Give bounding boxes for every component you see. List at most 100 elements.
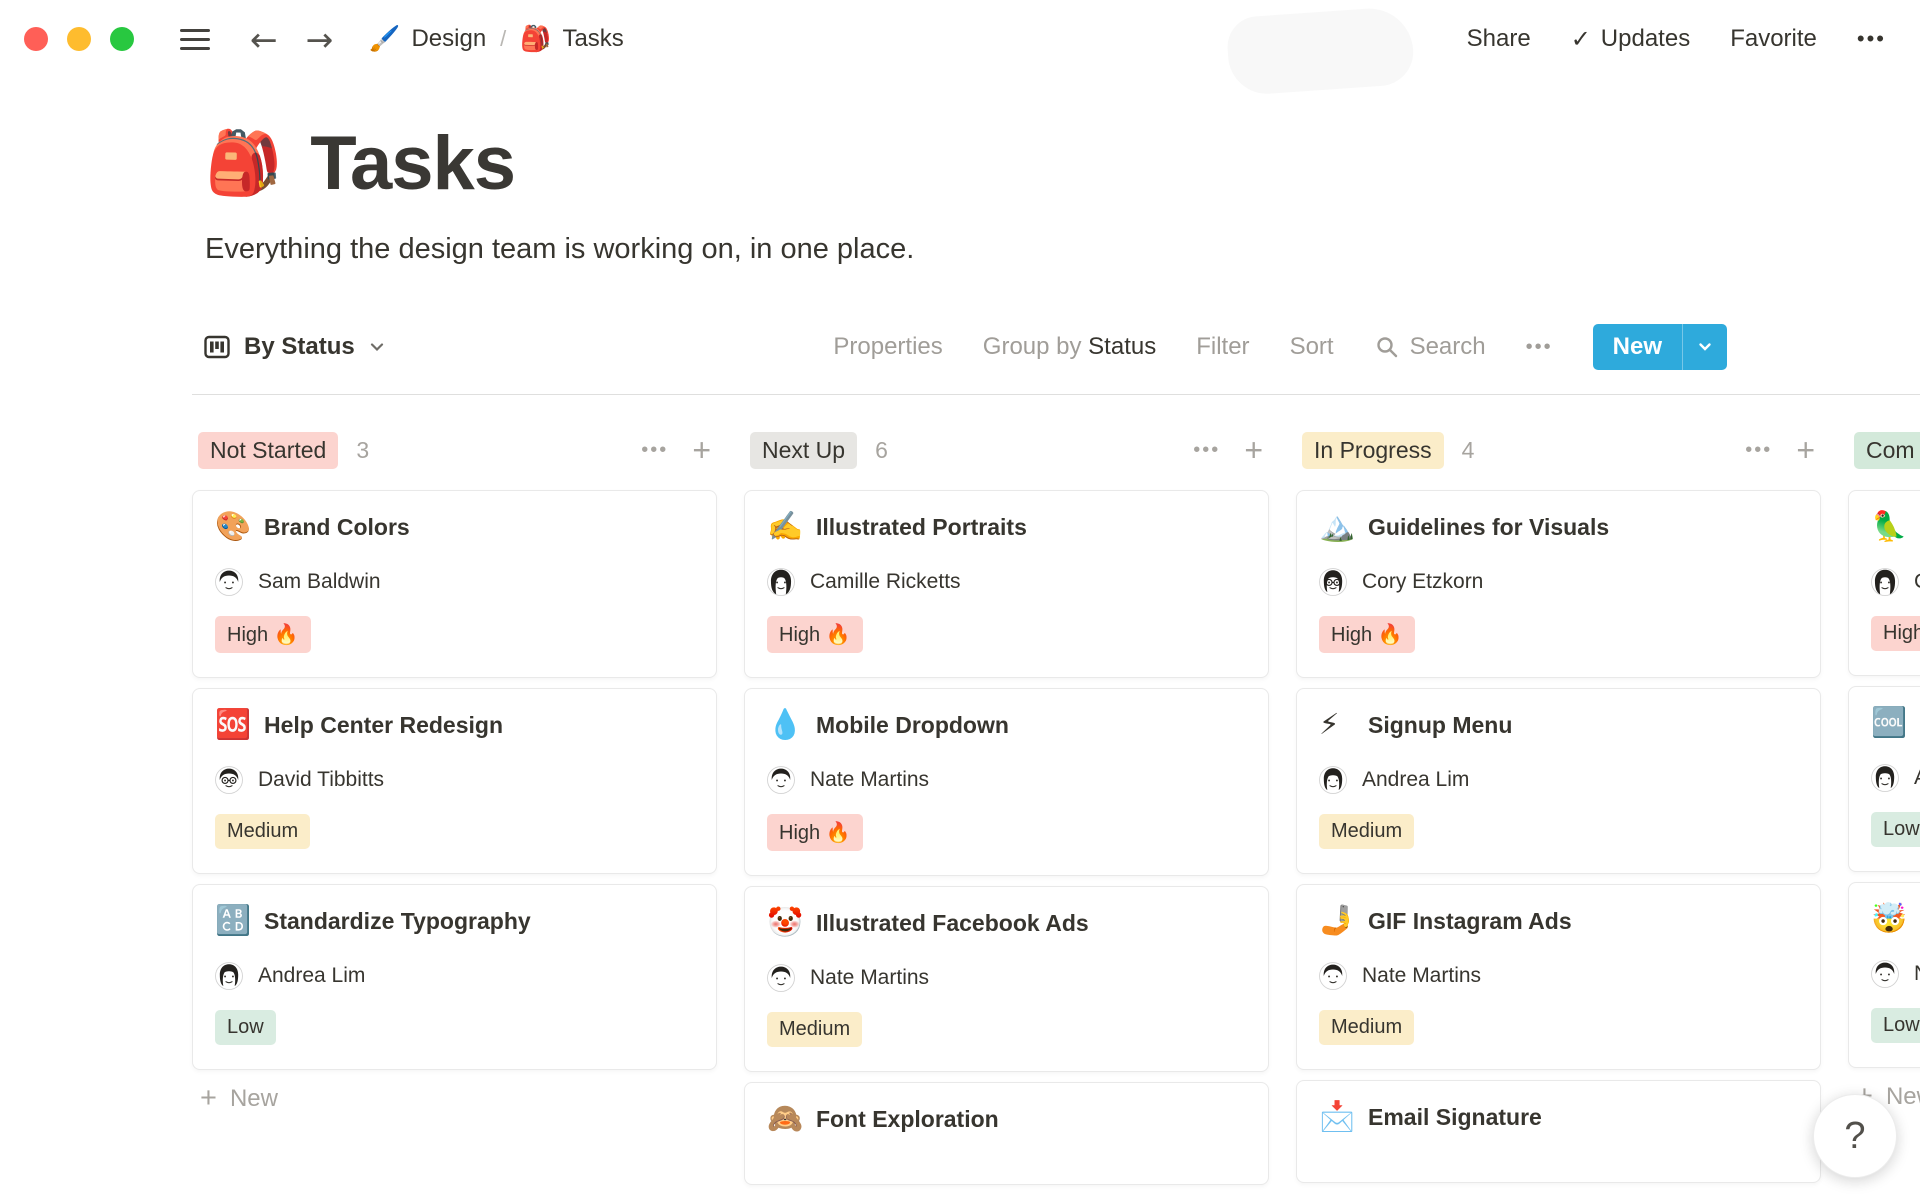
avatar (767, 766, 795, 794)
column-header: In Progress 4 ••• + (1296, 428, 1821, 472)
assignee-name: Sam Baldwin (258, 570, 381, 593)
zoom-window-button[interactable] (110, 27, 134, 51)
column-name-pill[interactable]: Next Up (750, 431, 858, 469)
task-title-row: 🤳 GIF Instagram Ads (1319, 907, 1798, 936)
assignee-name: Nate Martins (1362, 964, 1482, 987)
backpack-page-icon[interactable]: 🎒 (205, 132, 282, 195)
column-header: Next Up 6 ••• + (744, 428, 1269, 472)
task-card[interactable]: 🦜U C High (1848, 490, 1920, 676)
task-title-row: 💧 Mobile Dropdown (767, 711, 1246, 740)
plus-icon: + (200, 1082, 217, 1114)
page-description[interactable]: Everything the design team is working on… (205, 233, 1920, 266)
task-card[interactable]: 🆘 Help Center Redesign David Tibbitts Mediu… (192, 688, 717, 874)
help-button[interactable]: ? (1813, 1094, 1897, 1178)
updates-label: Updates (1600, 25, 1691, 52)
priority-badge: High 🔥 (1319, 616, 1415, 653)
column-name-pill[interactable]: In Progress (1302, 431, 1444, 469)
task-title-row: 🤯H (1871, 905, 1920, 934)
assignee-name: C (1914, 570, 1920, 594)
task-card[interactable]: 🤳 GIF Instagram Ads Nate Martins Medium (1296, 884, 1821, 1070)
task-emoji-icon: 🔠 (215, 905, 252, 937)
close-window-button[interactable] (24, 27, 48, 51)
task-card[interactable]: 🆒E A Low (1848, 686, 1920, 872)
task-card[interactable]: 🤯H N Low (1848, 882, 1920, 1068)
group-by-button[interactable]: Group by Status (983, 333, 1156, 361)
task-card[interactable]: 📩 Email Signature (1296, 1080, 1821, 1183)
avatar (1871, 960, 1899, 988)
page-title[interactable]: Tasks (310, 120, 516, 207)
board-column-in-progress: In Progress 4 ••• + 🏔️ Guidelines for Visuals… (1296, 428, 1821, 1195)
breadcrumb-design[interactable]: 🖌️ Design (369, 25, 486, 53)
updates-button[interactable]: ✓ Updates (1571, 25, 1691, 54)
new-button[interactable]: New (1592, 324, 1727, 370)
avatar (767, 964, 795, 992)
sort-button[interactable]: Sort (1290, 333, 1334, 361)
new-button-label: New (1612, 333, 1662, 360)
new-dropdown-button[interactable] (1682, 324, 1727, 370)
task-title: Brand Colors (264, 514, 410, 540)
column-more-button[interactable]: ••• (1745, 439, 1772, 462)
share-button[interactable]: Share (1467, 25, 1531, 53)
task-title-row: 🆘 Help Center Redesign (215, 711, 694, 740)
avatar (1319, 962, 1347, 990)
smudge-artifact (1226, 6, 1416, 97)
task-assignee-row: Sam Baldwin (215, 568, 694, 596)
priority-badge: High (1871, 616, 1920, 651)
task-title: Signup Menu (1368, 712, 1513, 738)
view-switcher[interactable]: By Status (202, 332, 387, 362)
priority-badge: High 🔥 (767, 616, 863, 653)
task-assignee-row: David Tibbitts (215, 766, 694, 794)
search-button[interactable]: Search (1374, 333, 1486, 361)
task-title-row: 🙈 Font Exploration (767, 1105, 1246, 1134)
task-emoji-icon: 🆒 (1871, 707, 1908, 739)
paintbrush-icon: 🖌️ (369, 24, 401, 53)
column-add-button[interactable]: + (1796, 434, 1815, 466)
column-add-button[interactable]: + (692, 434, 711, 466)
task-card[interactable]: 🙈 Font Exploration (744, 1082, 1269, 1185)
breadcrumb-tasks[interactable]: 🎒 Tasks (520, 25, 624, 53)
back-arrow-icon[interactable]: ← (250, 23, 278, 56)
task-card[interactable]: ✍️ Illustrated Portraits Camille Ricketts H… (744, 490, 1269, 678)
task-title: Illustrated Facebook Ads (816, 910, 1089, 936)
column-more-button[interactable]: ••• (1193, 439, 1220, 462)
task-assignee-row: Camille Ricketts (767, 568, 1246, 596)
task-title-row: ✍️ Illustrated Portraits (767, 513, 1246, 542)
task-assignee-row: Nate Martins (767, 766, 1246, 794)
task-emoji-icon: 💧 (767, 709, 804, 741)
properties-button[interactable]: Properties (833, 333, 942, 361)
favorite-button[interactable]: Favorite (1730, 25, 1817, 53)
task-card[interactable]: 🔠 Standardize Typography Andrea Lim Low (192, 884, 717, 1070)
task-assignee-row: Nate Martins (767, 964, 1246, 992)
filter-button[interactable]: Filter (1196, 333, 1249, 361)
priority-badge: Medium (215, 814, 311, 849)
task-card[interactable]: 💧 Mobile Dropdown Nate Martins High 🔥 (744, 688, 1269, 876)
task-emoji-icon: 📩 (1319, 1101, 1356, 1133)
avatar (1319, 766, 1347, 794)
task-emoji-icon: 🏔️ (1319, 511, 1356, 543)
add-card-button[interactable]: + New (192, 1084, 717, 1113)
task-card[interactable]: 🤡 Illustrated Facebook Ads Nate Martins Med… (744, 886, 1269, 1072)
sidebar-menu-icon[interactable] (180, 28, 210, 50)
search-icon (1374, 334, 1400, 360)
task-card[interactable]: 🏔️ Guidelines for Visuals Cory Etzkorn High… (1296, 490, 1821, 678)
task-assignee-row: Nate Martins (1319, 962, 1798, 990)
task-emoji-icon: 🤯 (1871, 903, 1908, 935)
column-header: Not Started 3 ••• + (192, 428, 717, 472)
task-card[interactable]: 🎨 Brand Colors Sam Baldwin High 🔥 (192, 490, 717, 678)
more-options-button[interactable]: ••• (1857, 26, 1886, 52)
task-emoji-icon: 🦜 (1871, 511, 1908, 543)
task-assignee-row: Andrea Lim (1319, 766, 1798, 794)
column-more-button[interactable]: ••• (641, 439, 668, 462)
minimize-window-button[interactable] (67, 27, 91, 51)
assignee-name: N (1914, 962, 1920, 986)
column-name-pill[interactable]: Com (1854, 431, 1920, 469)
task-card[interactable]: ⚡ Signup Menu Andrea Lim Medium (1296, 688, 1821, 874)
column-count: 6 (875, 436, 888, 463)
column-name-pill[interactable]: Not Started (198, 431, 339, 469)
task-assignee-row: C (1871, 568, 1920, 596)
view-more-button[interactable]: ••• (1526, 336, 1553, 359)
forward-arrow-icon[interactable]: → (306, 23, 334, 56)
breadcrumb: 🖌️ Design / 🎒 Tasks (369, 25, 623, 53)
column-add-button[interactable]: + (1244, 434, 1263, 466)
search-label: Search (1409, 333, 1486, 360)
